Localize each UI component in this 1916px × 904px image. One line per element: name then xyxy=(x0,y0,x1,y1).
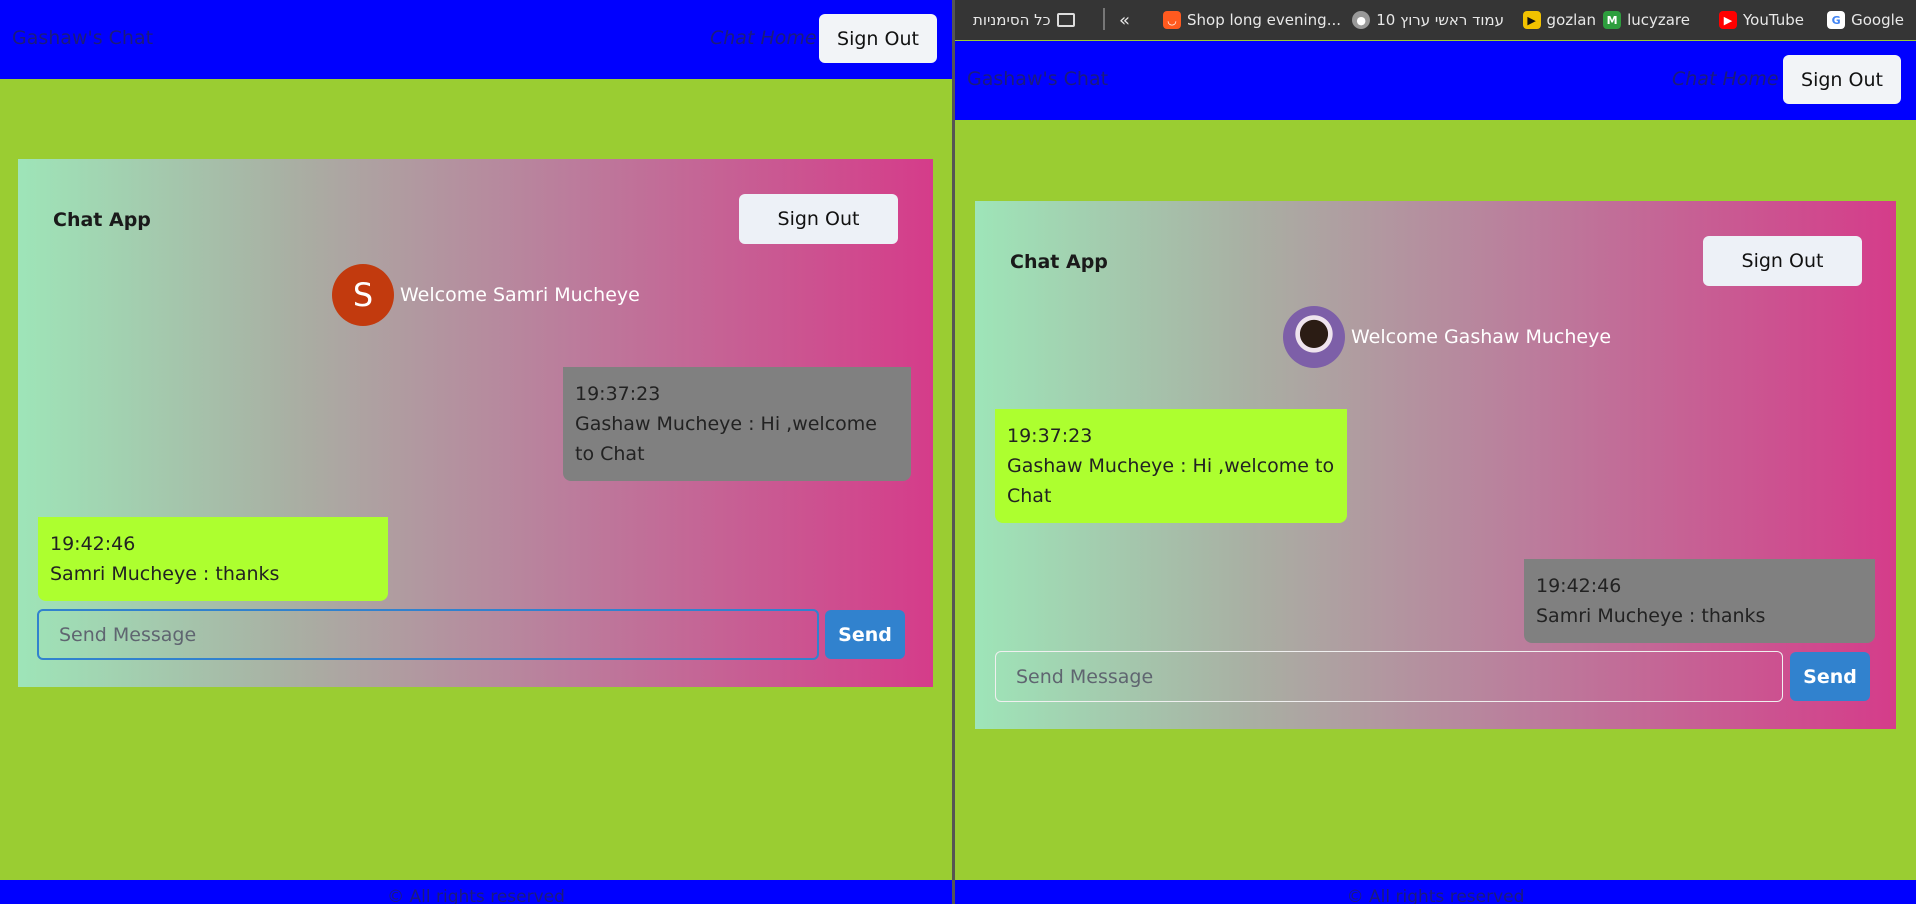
bookmarks-separator xyxy=(1103,8,1105,30)
message-text: Samri Mucheye : thanks xyxy=(1536,605,1766,627)
footer: © All rights reserved xyxy=(0,880,952,904)
welcome-banner: S Welcome Samri Mucheye xyxy=(332,264,640,326)
bookmarks-overflow-chevron-icon[interactable]: « xyxy=(1119,6,1130,34)
chat-card: Chat App Sign Out S Welcome Samri Muchey… xyxy=(18,159,933,687)
navbar: Gashaw's Chat Chat Home Sign Out xyxy=(955,41,1916,120)
bookmarks-bar: G Google ▶ YouTube M lucyzare ▶ gozlan ●… xyxy=(955,0,1916,40)
bookmark-google[interactable]: G Google xyxy=(1827,6,1904,34)
bookmark-channel10[interactable]: ● עמוד ראשי ערוץ 10 xyxy=(1352,6,1504,34)
navbar: Gashaw's Chat Chat Home Sign Out xyxy=(0,0,952,79)
send-button[interactable]: Send xyxy=(1790,652,1870,701)
message-time: 19:37:23 xyxy=(575,383,661,405)
message-time: 19:42:46 xyxy=(1536,575,1622,597)
message-text: Gashaw Mucheye : Hi ,welcome to Chat xyxy=(1007,455,1335,507)
message-time: 19:42:46 xyxy=(50,533,136,555)
message-bubble-received: 19:37:23 Gashaw Mucheye : Hi ,welcome to… xyxy=(563,367,911,481)
welcome-text: Welcome Samri Mucheye xyxy=(400,284,640,306)
card-title: Chat App xyxy=(53,209,151,231)
chat-home-link[interactable]: Chat Home xyxy=(1672,68,1779,90)
avatar-photo xyxy=(1283,306,1345,368)
card-sign-out-button[interactable]: Sign Out xyxy=(1703,236,1862,286)
google-icon: G xyxy=(1827,11,1846,29)
card-sign-out-button[interactable]: Sign Out xyxy=(739,194,898,244)
message-text: Samri Mucheye : thanks xyxy=(50,563,280,585)
left-window: Gashaw's Chat Chat Home Sign Out Chat Ap… xyxy=(0,0,952,904)
message-bubble-sent: 19:42:46 Samri Mucheye : thanks xyxy=(38,517,388,601)
chat-home-link[interactable]: Chat Home xyxy=(710,27,817,49)
send-button[interactable]: Send xyxy=(825,610,905,659)
navbar-sign-out-button[interactable]: Sign Out xyxy=(819,14,937,63)
send-message-input[interactable] xyxy=(37,609,819,660)
footer: © All rights reserved xyxy=(955,880,1916,904)
avatar-letter: S xyxy=(352,276,374,314)
avatar: S xyxy=(332,264,394,326)
bookmark-gozlan[interactable]: ▶ gozlan xyxy=(1522,6,1596,34)
right-window: G Google ▶ YouTube M lucyzare ▶ gozlan ●… xyxy=(955,0,1916,904)
brand-title[interactable]: Gashaw's Chat xyxy=(12,27,153,49)
youtube-icon: ▶ xyxy=(1719,11,1737,29)
shop-icon: ◡ xyxy=(1163,11,1182,29)
chat-card: Chat App Sign Out Welcome Gashaw Mucheye… xyxy=(975,201,1896,729)
folder-icon xyxy=(1056,13,1075,27)
bookmark-lucyzare[interactable]: M lucyzare xyxy=(1603,6,1690,34)
play-icon: ▶ xyxy=(1522,11,1541,29)
message-bubble-sent: 19:37:23 Gashaw Mucheye : Hi ,welcome to… xyxy=(995,409,1347,523)
bookmark-youtube[interactable]: ▶ YouTube xyxy=(1719,6,1804,34)
welcome-text: Welcome Gashaw Mucheye xyxy=(1351,326,1612,348)
message-text: Gashaw Mucheye : Hi ,welcome to Chat xyxy=(575,413,877,465)
bookmark-shop[interactable]: ◡ Shop long evening... xyxy=(1163,6,1341,34)
welcome-banner: Welcome Gashaw Mucheye xyxy=(1283,306,1611,368)
brand-title[interactable]: Gashaw's Chat xyxy=(967,68,1108,90)
send-message-input[interactable] xyxy=(995,651,1783,702)
navbar-sign-out-button[interactable]: Sign Out xyxy=(1783,55,1901,104)
message-time: 19:37:23 xyxy=(1007,425,1093,447)
m-logo-icon: M xyxy=(1603,11,1622,29)
card-title: Chat App xyxy=(1010,251,1108,273)
message-bubble-received: 19:42:46 Samri Mucheye : thanks xyxy=(1524,559,1875,643)
all-bookmarks[interactable]: כל הסימניות xyxy=(973,6,1075,34)
football-icon: ● xyxy=(1352,11,1371,29)
